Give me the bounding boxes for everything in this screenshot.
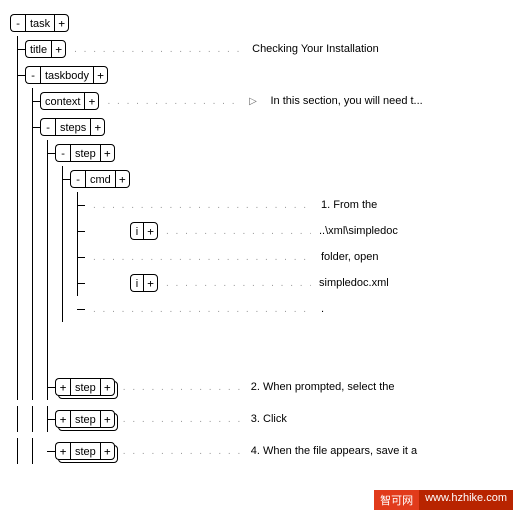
tag-steps[interactable]: steps	[55, 118, 90, 136]
collapse-button[interactable]: -	[25, 66, 40, 84]
cmd-text: ..\xml\simpledoc	[319, 225, 398, 237]
expand-button[interactable]: +	[90, 118, 105, 136]
tag-step[interactable]: step	[70, 144, 100, 162]
step-text: 4. When the file appears, save it a	[251, 445, 417, 457]
expand-button[interactable]: +	[84, 92, 99, 110]
leader-dots: . . . . . . . . . . . . . . . . . . . . …	[93, 252, 313, 263]
tag-step[interactable]: step	[70, 442, 100, 460]
tag-cmd[interactable]: cmd	[85, 170, 115, 188]
leader-dots: . . . . . . . . . . . . . . . .	[123, 446, 243, 457]
cmd-text: folder, open	[321, 251, 379, 263]
expand-button[interactable]: +	[54, 14, 69, 32]
arrow-icon: ▷	[245, 96, 260, 107]
expand-button[interactable]: +	[93, 66, 108, 84]
tag-task[interactable]: task	[25, 14, 54, 32]
step-text: 3. Click	[251, 413, 287, 425]
collapse-button[interactable]: -	[55, 144, 70, 162]
expand-button[interactable]: +	[100, 144, 115, 162]
watermark-label: 智可网	[374, 490, 419, 510]
tag-i[interactable]: i	[130, 274, 143, 292]
leader-dots: . . . . . . . . . . . . . . . . . . . . …	[74, 44, 244, 55]
cmd-text: .	[321, 303, 324, 315]
context-text: In this section, you will need t...	[270, 95, 422, 107]
leader-dots: . . . . . . . . . . . . . . . . . .	[107, 96, 237, 107]
expand-button[interactable]: +	[55, 442, 70, 460]
tag-step[interactable]: step	[70, 410, 100, 428]
expand-button[interactable]: +	[55, 410, 70, 428]
title-text: Checking Your Installation	[252, 43, 379, 55]
leader-dots: . . . . . . . . . . . . . . . . . . . .	[166, 226, 311, 237]
expand-button[interactable]: +	[143, 274, 158, 292]
leader-dots: . . . . . . . . . . . . . . . . . . . . …	[93, 200, 313, 211]
tag-i[interactable]: i	[130, 222, 143, 240]
tag-step[interactable]: step	[70, 378, 100, 396]
step-text: 2. When prompted, select the	[251, 381, 395, 393]
expand-button[interactable]: +	[51, 40, 66, 58]
tag-title[interactable]: title	[25, 40, 51, 58]
leader-dots: . . . . . . . . . . . . . . . .	[123, 414, 243, 425]
collapse-button[interactable]: -	[70, 170, 85, 188]
cmd-text: simpledoc.xml	[319, 277, 389, 289]
expand-button[interactable]: +	[100, 378, 115, 396]
expand-button[interactable]: +	[100, 442, 115, 460]
expand-button[interactable]: +	[143, 222, 158, 240]
expand-button[interactable]: +	[115, 170, 130, 188]
watermark-url: www.hzhike.com	[419, 490, 513, 510]
tag-context[interactable]: context	[40, 92, 84, 110]
cmd-text: 1. From the	[321, 199, 377, 211]
leader-dots: . . . . . . . . . . . . . . . . . . . . …	[93, 304, 313, 315]
collapse-button[interactable]: -	[40, 118, 55, 136]
leader-dots: . . . . . . . . . . . . . . . . . . . .	[166, 278, 311, 289]
expand-button[interactable]: +	[100, 410, 115, 428]
tag-taskbody[interactable]: taskbody	[40, 66, 93, 84]
leader-dots: . . . . . . . . . . . . . . . .	[123, 382, 243, 393]
collapse-button[interactable]: -	[10, 14, 25, 32]
watermark: 智可网 www.hzhike.com	[374, 490, 513, 510]
expand-button[interactable]: +	[55, 378, 70, 396]
